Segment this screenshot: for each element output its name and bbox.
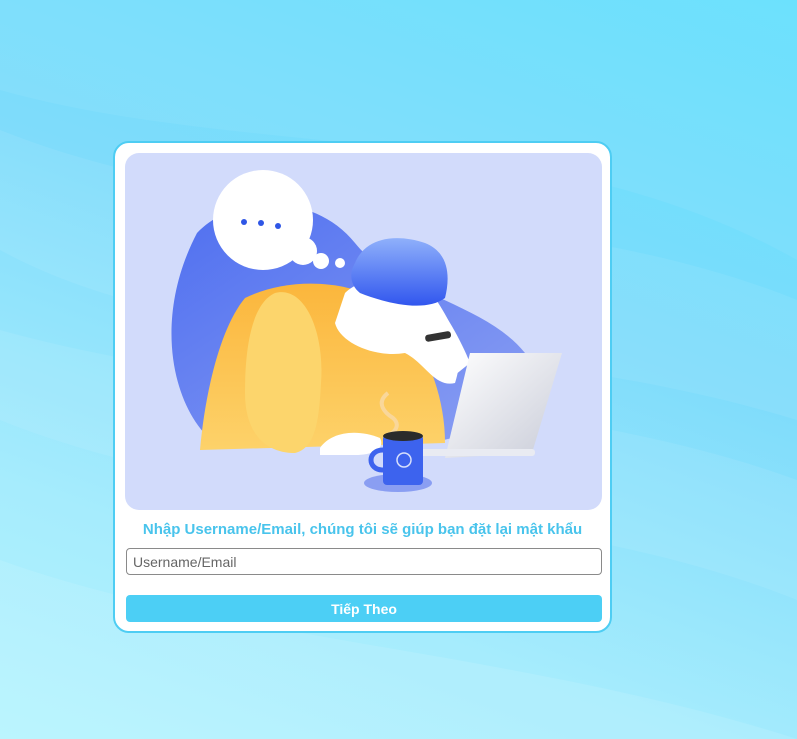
next-button[interactable]: Tiếp Theo <box>126 595 602 622</box>
username-email-input[interactable] <box>126 548 602 575</box>
reset-prompt-text: Nhập Username/Email, chúng tôi sẽ giúp b… <box>142 521 583 538</box>
reset-password-card: Nhập Username/Email, chúng tôi sẽ giúp b… <box>113 141 612 633</box>
illustration-svg <box>171 170 562 492</box>
forgot-password-illustration <box>125 153 602 510</box>
